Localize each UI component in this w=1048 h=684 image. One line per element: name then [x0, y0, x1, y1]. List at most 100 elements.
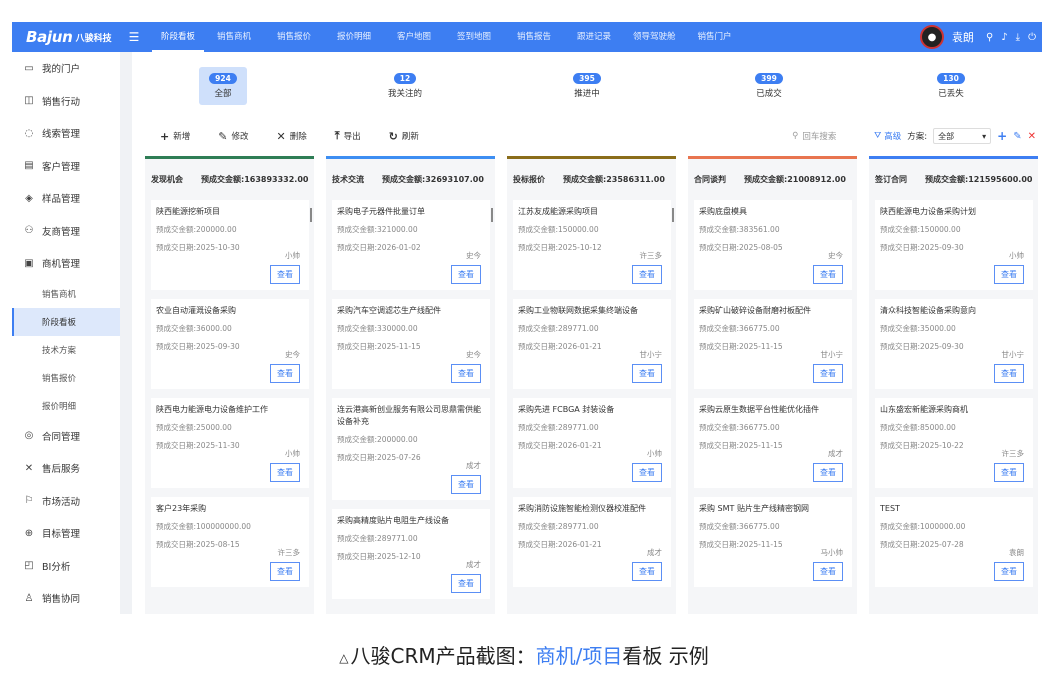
- bell-icon[interactable]: ♪: [1001, 32, 1007, 43]
- view-button[interactable]: 查看: [994, 265, 1024, 284]
- opportunity-card[interactable]: 农业自动灌溉设备采购 预成交金额:36000.00 预成交日期:2025-09-30…: [151, 299, 309, 389]
- card-footer: 查看: [699, 261, 847, 284]
- view-button[interactable]: 查看: [813, 463, 843, 482]
- nav-item[interactable]: 销售商机: [204, 22, 264, 52]
- sidebar-item[interactable]: ▭ 我的门户: [12, 52, 120, 85]
- sidebar-item[interactable]: ◎ 合同管理: [12, 420, 120, 453]
- stat-label: 已成交: [756, 89, 782, 99]
- view-button[interactable]: 查看: [632, 562, 662, 581]
- opportunity-card[interactable]: 采购先进 FCBGA 封装设备 预成交金额:289771.00 预成交日期:2026…: [513, 398, 671, 488]
- sidebar-item[interactable]: ◫ 销售行动: [12, 85, 120, 118]
- stat-tab[interactable]: 395 推进中: [496, 52, 678, 120]
- opportunity-card[interactable]: 陕西能源电力设备采购计划 预成交金额:150000.00 预成交日期:2025-09…: [875, 200, 1033, 290]
- toolbar-button[interactable]: + 新增: [160, 129, 190, 143]
- toolbar-button[interactable]: ✎ 修改: [218, 129, 248, 143]
- card-owner: 甘小宁: [1001, 350, 1025, 359]
- caption-link[interactable]: 商机/项目: [536, 644, 623, 668]
- add-scheme-icon[interactable]: +: [997, 129, 1007, 143]
- edit-scheme-icon[interactable]: ✎: [1013, 131, 1021, 142]
- toolbar-button[interactable]: ⤒ 导出: [335, 129, 361, 143]
- opportunity-card[interactable]: 山东盛宏新能源采购商机 预成交金额:85000.00 预成交日期:2025-10-2…: [875, 398, 1033, 488]
- sidebar-item[interactable]: ▣ 商机管理: [12, 247, 120, 280]
- opportunity-card[interactable]: 客户23年采购 预成交金额:100000000.00 预成交日期:2025-08-1…: [151, 497, 309, 587]
- opportunity-card[interactable]: 清众科技智能设备采购意向 预成交金额:35000.00 预成交日期:2025-09-…: [875, 299, 1033, 389]
- user-name[interactable]: 袁朗: [952, 29, 974, 45]
- view-button[interactable]: 查看: [632, 364, 662, 383]
- card-amount: 预成交金额:330000.00: [337, 324, 418, 333]
- nav-item[interactable]: 客户地图: [384, 22, 444, 52]
- opportunity-card[interactable]: 采购云原生数据平台性能优化插件 预成交金额:366775.00 预成交日期:2025…: [694, 398, 852, 488]
- stat-tab[interactable]: 924 全部: [132, 52, 314, 120]
- view-button[interactable]: 查看: [270, 463, 300, 482]
- nav-item[interactable]: 阶段看板: [152, 22, 205, 52]
- nav-item[interactable]: 报价明细: [324, 22, 384, 52]
- sidebar-item[interactable]: ⊕ 目标管理: [12, 517, 120, 550]
- card-footer: 查看: [880, 360, 1028, 383]
- card-footer: 查看: [156, 459, 304, 482]
- nav-item[interactable]: 销售报告: [504, 22, 564, 52]
- view-button[interactable]: 查看: [270, 562, 300, 581]
- opportunity-card[interactable]: 采购消防设施智能检测仪器校准配件 预成交金额:289771.00 预成交日期:202…: [513, 497, 671, 587]
- sidebar-item[interactable]: ◰ BI分析: [12, 550, 120, 583]
- view-button[interactable]: 查看: [632, 265, 662, 284]
- view-button[interactable]: 查看: [632, 463, 662, 482]
- view-button[interactable]: 查看: [270, 265, 300, 284]
- sidebar-item[interactable]: ⚇ 友商管理: [12, 215, 120, 248]
- opportunity-card[interactable]: 连云港高新创业服务有限公司思鼎需供能设备补充 预成交金额:200000.00 预成交…: [332, 398, 490, 500]
- opportunity-card[interactable]: 采购汽车空调滤芯生产线配件 预成交金额:330000.00 预成交日期:2025-1…: [332, 299, 490, 389]
- opportunity-card[interactable]: 采购矿山破碎设备耐磨衬板配件 预成交金额:366775.00 预成交日期:2025-…: [694, 299, 852, 389]
- menu-icon[interactable]: ☰: [122, 30, 146, 44]
- nav-item[interactable]: 签到地图: [444, 22, 504, 52]
- search-input[interactable]: ⚲ 回车搜索: [792, 130, 868, 142]
- sidebar-item[interactable]: ⚐ 市场活动: [12, 485, 120, 518]
- sidebar-item[interactable]: ◌ 线索管理: [12, 117, 120, 150]
- sidebar-subitem[interactable]: 销售商机: [12, 280, 120, 308]
- view-button[interactable]: 查看: [451, 265, 481, 284]
- stat-tab[interactable]: 399 已成交: [678, 52, 860, 120]
- sidebar-item[interactable]: ◈ 样品管理: [12, 182, 120, 215]
- opportunity-card[interactable]: 陕西能源挖新项目 预成交金额:200000.00 预成交日期:2025-10-30 小…: [151, 200, 312, 290]
- view-button[interactable]: 查看: [813, 265, 843, 284]
- search-icon[interactable]: ⚲: [986, 32, 993, 43]
- sidebar-item[interactable]: ▤ 客户管理: [12, 150, 120, 183]
- opportunity-card[interactable]: 陕西电力能源电力设备维护工作 预成交金额:25000.00 预成交日期:2025-1…: [151, 398, 309, 488]
- nav-item[interactable]: 跟进记录: [564, 22, 624, 52]
- opportunity-card[interactable]: 采购高精度贴片电阻生产线设备 预成交金额:289771.00 预成交日期:2025-…: [332, 509, 490, 599]
- avatar[interactable]: ●: [919, 25, 944, 49]
- sidebar-subitem[interactable]: 销售报价: [12, 364, 120, 392]
- view-button[interactable]: 查看: [994, 463, 1024, 482]
- toolbar-button[interactable]: ↻ 刷新: [389, 129, 419, 143]
- view-button[interactable]: 查看: [994, 562, 1024, 581]
- view-button[interactable]: 查看: [451, 574, 481, 593]
- view-button[interactable]: 查看: [451, 475, 481, 494]
- opportunity-card[interactable]: 采购电子元器件批量订单 预成交金额:321000.00 预成交日期:2026-01-…: [332, 200, 493, 290]
- nav-item[interactable]: 销售报价: [264, 22, 324, 52]
- delete-scheme-icon[interactable]: ✕: [1028, 131, 1036, 142]
- view-button[interactable]: 查看: [270, 364, 300, 383]
- toolbar-button-label: 修改: [231, 132, 249, 142]
- opportunity-card[interactable]: 采购 SMT 贴片生产线精密钢网 预成交金额:366775.00 预成交日期:202…: [694, 497, 852, 587]
- opportunity-card[interactable]: TEST 预成交金额:1000000.00 预成交日期:2025-07-28 袁朗 查看: [875, 497, 1033, 587]
- scheme-select[interactable]: 全部 ▾: [933, 128, 992, 144]
- toolbar-button-icon: ↻: [388, 129, 398, 143]
- sidebar-item[interactable]: ✕ 售后服务: [12, 452, 120, 485]
- toolbar-button[interactable]: ✕ 删除: [276, 129, 306, 143]
- opportunity-card[interactable]: 江苏友成能源采购项目 预成交金额:150000.00 预成交日期:2025-10-1…: [513, 200, 674, 290]
- sidebar-subitem[interactable]: 技术方案: [12, 336, 120, 364]
- nav-item[interactable]: 销售门户: [685, 22, 745, 52]
- stat-tab[interactable]: 12 我关注的: [314, 52, 496, 120]
- advanced-filter-button[interactable]: ⛛ 高级: [874, 130, 901, 142]
- power-icon[interactable]: ⏻: [1028, 32, 1036, 43]
- stat-tab[interactable]: 130 已丢失: [860, 52, 1042, 120]
- view-button[interactable]: 查看: [813, 364, 843, 383]
- download-icon[interactable]: ⤓: [1016, 32, 1020, 43]
- nav-item[interactable]: 领导驾驶舱: [624, 22, 685, 52]
- sidebar-subitem[interactable]: 阶段看板: [12, 307, 120, 336]
- sidebar-item[interactable]: ♙ 销售协同: [12, 582, 120, 614]
- view-button[interactable]: 查看: [813, 562, 843, 581]
- sidebar-subitem[interactable]: 报价明细: [12, 392, 120, 420]
- opportunity-card[interactable]: 采购工业物联网数据采集终端设备 预成交金额:289771.00 预成交日期:2026…: [513, 299, 671, 389]
- view-button[interactable]: 查看: [451, 364, 481, 383]
- view-button[interactable]: 查看: [994, 364, 1024, 383]
- opportunity-card[interactable]: 采购底盘模具 预成交金额:383561.00 预成交日期:2025-08-05 史今查…: [694, 200, 852, 290]
